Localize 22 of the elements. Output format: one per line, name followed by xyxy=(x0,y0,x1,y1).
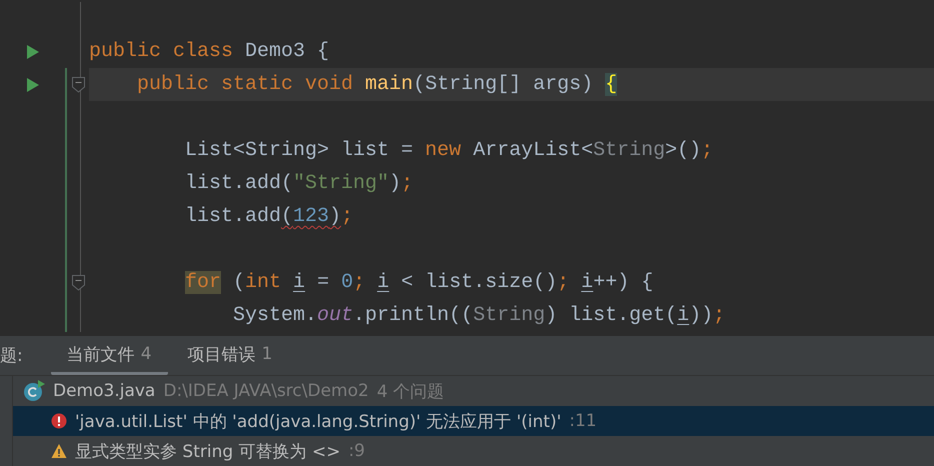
panel-title: 题: xyxy=(0,345,24,368)
code-line: public static void main(String[] args) { xyxy=(137,72,618,98)
file-path: D:\IDEA JAVA\src\Demo2 xyxy=(163,381,369,401)
file-name[interactable]: Demo3.java xyxy=(53,381,156,401)
error-icon xyxy=(51,413,67,429)
code-line: List<String> list = new ArrayList<String>(); xyxy=(185,138,714,164)
problem-count: 4 个问题 xyxy=(376,380,444,402)
run-icon[interactable] xyxy=(26,44,38,58)
code-line: list.add(123); xyxy=(185,204,354,230)
panel-tab[interactable]: 项目错误 1 xyxy=(172,336,288,375)
code-line: public class Demo3 { xyxy=(89,39,330,65)
code-line: list.add("String"); xyxy=(185,171,414,197)
problem-row[interactable]: 'java.util.List' 中的 'add(java.lang.String)' 无法应用于 '(int)' :11 xyxy=(13,406,934,436)
class-file-icon xyxy=(23,380,45,402)
code-line: for (int i = 0; i < list.size(); i++) { xyxy=(185,270,654,296)
panel-tab[interactable]: 当前文件 4 xyxy=(50,336,168,375)
fold-icon[interactable] xyxy=(72,274,84,290)
code-line: System.out.println((String) list.get(i)); xyxy=(233,303,726,329)
warning-icon xyxy=(51,443,67,459)
problem-row[interactable]: 显式类型实参 String 可替换为 <> :9 xyxy=(13,436,934,466)
fold-icon[interactable] xyxy=(72,76,84,92)
run-icon[interactable] xyxy=(26,78,38,92)
